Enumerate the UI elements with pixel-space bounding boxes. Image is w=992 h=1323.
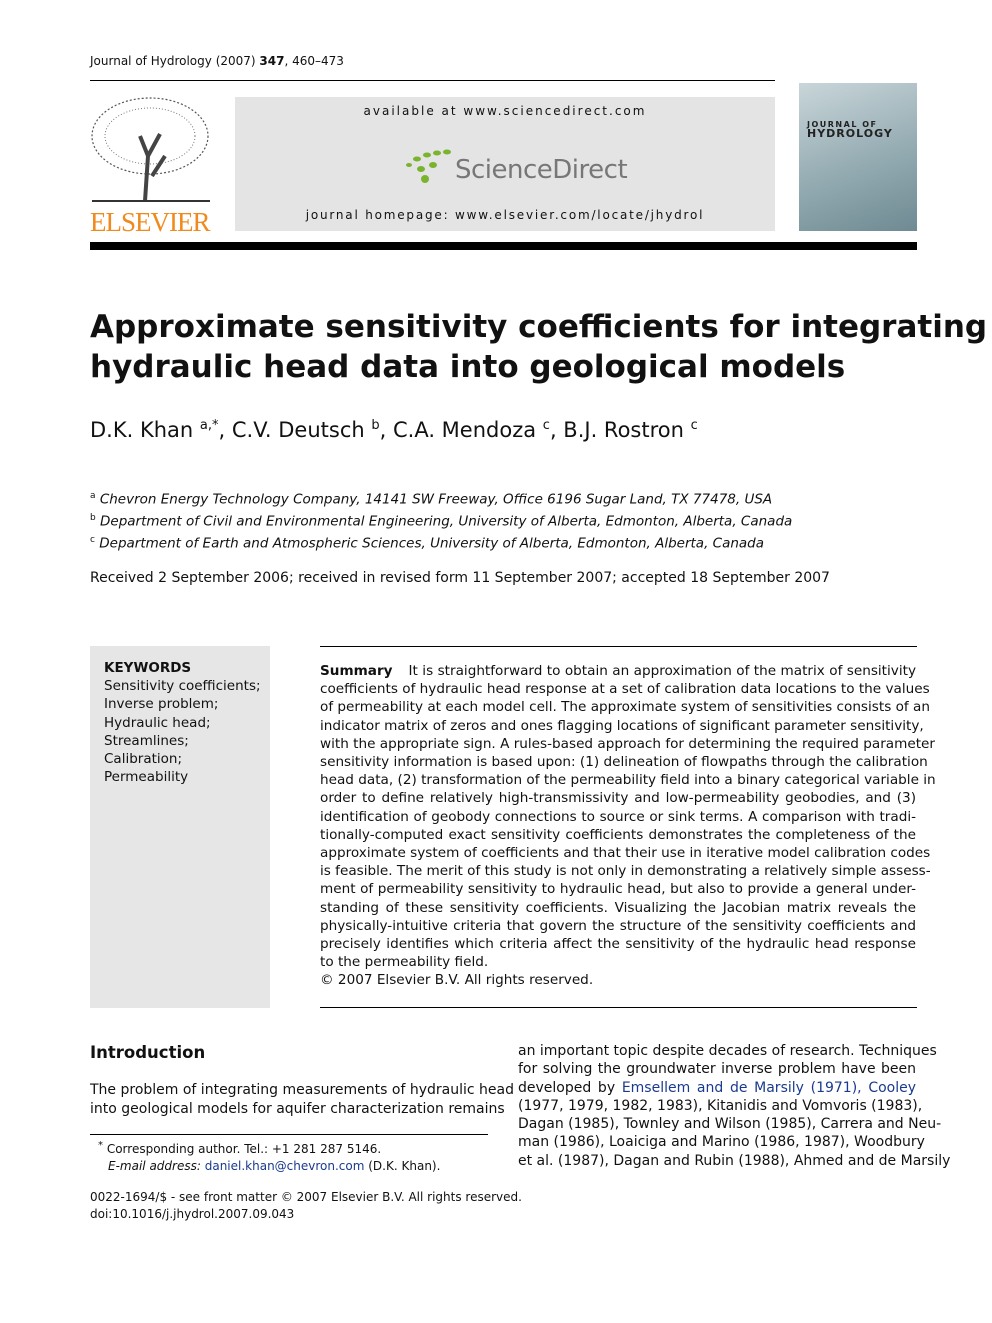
email-link[interactable]: daniel.khan@chevron.com — [205, 1159, 365, 1173]
authors: D.K. Khan a,*, C.V. Deutsch b, C.A. Mend… — [90, 418, 698, 442]
paper-title: Approximate sensitivity coefficients for… — [90, 309, 988, 385]
abstract-line: tionally-computed exact sensitivity coef… — [320, 826, 916, 843]
abstract-line: precisely identifies which criteria affe… — [320, 936, 916, 953]
text-line: man (1986), Loaiciga and Marino (1986, 1… — [518, 1134, 925, 1151]
received-dates: Received 2 September 2006; received in r… — [90, 570, 830, 586]
banner-rule — [90, 242, 917, 250]
section-heading: Introduction — [90, 1043, 206, 1062]
text-line: an important topic despite decades of re… — [518, 1043, 937, 1059]
abstract-line: to the permeability field. — [320, 954, 489, 971]
abstract-line: identification of geobody connections to… — [320, 808, 916, 825]
keywords-box: KEYWORDS Sensitivity coefficients; Inver… — [90, 646, 270, 1008]
abstract-top-rule — [320, 646, 917, 647]
sd-dots-icon — [406, 149, 451, 183]
abstract-line: Summary It is straightforward to obtain a… — [320, 663, 916, 679]
text-line: (1977, 1979, 1982, 1983), Kitanidis and … — [518, 1097, 923, 1114]
text-line: for solving the groundwater inverse prob… — [518, 1061, 916, 1078]
abstract-line: order to define relatively high-transmis… — [320, 790, 916, 807]
abstract-line: standing of these sensitivity coefficien… — [320, 899, 916, 916]
abstract-bottom-rule — [320, 1007, 917, 1008]
right-column-text: an important topic despite decades of re… — [518, 1042, 951, 1170]
abstract-line: coefficients of hydraulic head response … — [320, 681, 930, 698]
abstract-line: is feasible. The merit of this study is … — [320, 863, 931, 880]
footnote: * Corresponding author. Tel.: +1 281 287… — [98, 1140, 441, 1173]
header-rule — [90, 80, 775, 81]
abstract-line: approximate system of coefficients and t… — [320, 845, 931, 862]
keyword: Permeability — [104, 769, 189, 786]
abstract-line: indicator matrix of zeros and ones flagg… — [320, 717, 924, 734]
running-header: Journal of Hydrology (2007) 347, 460–473 — [90, 54, 344, 68]
abstract: Summary It is straightforward to obtain a… — [320, 662, 936, 990]
text-line: developed by Emsellem and de Marsily (19… — [518, 1079, 917, 1096]
keyword: Inverse problem; — [104, 696, 219, 713]
text-line: Dagan (1985), Townley and Wilson (1985),… — [518, 1116, 942, 1133]
keyword: Calibration; — [104, 751, 183, 768]
footer: 0022-1694/$ - see front matter © 2007 El… — [90, 1190, 522, 1221]
elsevier-logo: ELSEVIER — [90, 96, 212, 236]
paper-page: Journal of Hydrology (2007) 347, 460–473… — [0, 0, 992, 1323]
abstract-line: physically-intuitive criteria that gover… — [320, 917, 916, 934]
keyword: Sensitivity coefficients; — [104, 678, 261, 695]
abstract-line: with the appropriate sign. A rules-based… — [320, 735, 936, 752]
text-line: et al. (1987), Dagan and Rubin (1988), A… — [518, 1152, 951, 1169]
abstract-line: ment of permeability sensitivity to hydr… — [320, 881, 916, 898]
summary-label: Summary — [320, 663, 393, 679]
copyright: © 2007 Elsevier B.V. All rights reserved… — [320, 972, 594, 989]
abstract-line: head data, (2) transformation of the per… — [320, 772, 936, 789]
footnote-rule — [90, 1134, 488, 1135]
abstract-line: of permeability at each model cell. The … — [320, 699, 930, 716]
abstract-line: sensitivity information is based upon: (… — [320, 754, 928, 771]
journal-cover: JOURNAL OF HYDROLOGY — [799, 83, 917, 231]
keyword: Hydraulic head; — [104, 714, 211, 731]
affiliations: a Chevron Energy Technology Company, 141… — [90, 491, 793, 552]
citation-link[interactable]: Emsellem and de Marsily (1971), Cooley — [622, 1080, 916, 1096]
sciencedirect-banner: available at www.sciencedirect.com Scien… — [235, 97, 775, 231]
keyword: Streamlines; — [104, 732, 189, 749]
intro-text: The problem of integrating measurements … — [90, 1082, 514, 1117]
tree-icon — [91, 97, 210, 202]
doi: doi:10.1016/j.jhydrol.2007.09.043 — [90, 1207, 295, 1221]
